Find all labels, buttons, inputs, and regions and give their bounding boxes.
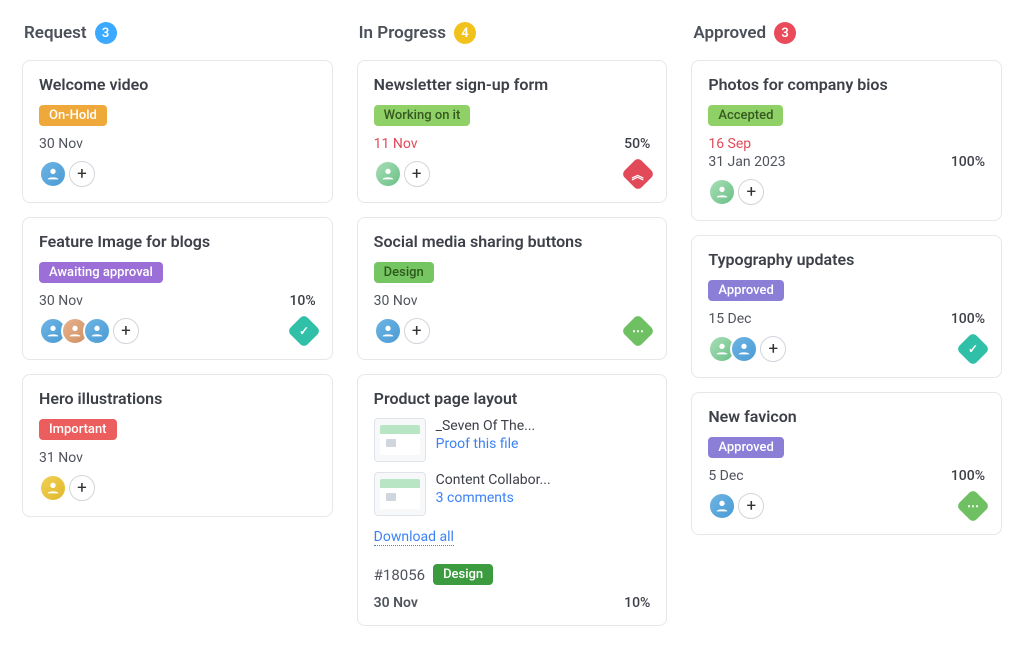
column-approved: Approved 3 Photos for company bios Accep… [691, 22, 1002, 549]
download-all-link[interactable]: Download all [374, 529, 454, 546]
column-header[interactable]: Approved 3 [691, 22, 1002, 44]
file-name: Content Collabor... [436, 472, 551, 488]
kanban-board: Request 3 Welcome video On-Hold 30 Nov +… [22, 22, 1002, 640]
avatar[interactable] [374, 160, 402, 188]
card-title: Feature Image for blogs [39, 232, 316, 251]
card[interactable]: Social media sharing buttons Design 30 N… [357, 217, 668, 360]
card-title: Welcome video [39, 75, 316, 94]
card-title: Hero illustrations [39, 389, 316, 408]
file-name: _Seven Of The... [436, 418, 536, 434]
add-avatar-button[interactable]: + [113, 318, 139, 344]
date-label: 11 Nov [374, 136, 418, 152]
column-title: Request [24, 23, 87, 43]
status-badge: Awaiting approval [39, 262, 163, 283]
card[interactable]: Feature Image for blogs Awaiting approva… [22, 217, 333, 360]
column-count-badge: 4 [454, 22, 476, 44]
percent-label: 10% [289, 293, 315, 309]
avatar[interactable] [39, 474, 67, 502]
add-avatar-button[interactable]: + [69, 161, 95, 187]
avatar[interactable] [83, 317, 111, 345]
status-badge: Approved [708, 280, 784, 301]
status-badge: Design [374, 262, 434, 283]
card-title: New favicon [708, 407, 985, 426]
avatar-group: + [39, 474, 95, 502]
column-title: In Progress [359, 23, 446, 43]
card[interactable]: Welcome video On-Hold 30 Nov + [22, 60, 333, 203]
priority-high-icon: ︽ [621, 157, 655, 191]
priority-icon: ✓ [287, 314, 321, 348]
add-avatar-button[interactable]: + [404, 161, 430, 187]
avatar[interactable] [374, 317, 402, 345]
column-in-progress: In Progress 4 Newsletter sign-up form Wo… [357, 22, 668, 640]
add-avatar-button[interactable]: + [404, 318, 430, 344]
column-request: Request 3 Welcome video On-Hold 30 Nov +… [22, 22, 333, 531]
date-label: 30 Nov [374, 293, 418, 309]
date-label: 16 Sep [708, 136, 751, 152]
column-header[interactable]: Request 3 [22, 22, 333, 44]
column-title: Approved [693, 23, 766, 43]
avatar-group: + [374, 317, 430, 345]
percent-label: 10% [624, 595, 650, 611]
avatar-group: + [708, 178, 764, 206]
add-avatar-button[interactable]: + [760, 336, 786, 362]
status-badge: On-Hold [39, 105, 107, 126]
date-label: 30 Nov [39, 293, 83, 309]
priority-icon: ⋯ [956, 489, 990, 523]
column-count-badge: 3 [774, 22, 796, 44]
date-label: 30 Nov [39, 136, 83, 152]
card[interactable]: Product page layout _Seven Of The... Pro… [357, 374, 668, 626]
date-label: 31 Jan 2023 [708, 154, 785, 170]
card-title: Newsletter sign-up form [374, 75, 651, 94]
status-badge: Design [433, 564, 493, 585]
file-item[interactable]: Content Collabor... 3 comments [374, 472, 651, 516]
card[interactable]: Hero illustrations Important 31 Nov + [22, 374, 333, 517]
percent-label: 50% [624, 136, 650, 152]
add-avatar-button[interactable]: + [738, 179, 764, 205]
card-title: Photos for company bios [708, 75, 985, 94]
card[interactable]: Photos for company bios Accepted 16 Sep … [691, 60, 1002, 221]
avatar-group: + [708, 335, 786, 363]
status-badge: Working on it [374, 105, 471, 126]
avatar[interactable] [39, 160, 67, 188]
proof-link[interactable]: Proof this file [436, 436, 536, 452]
card-title: Typography updates [708, 250, 985, 269]
percent-label: 100% [951, 468, 985, 484]
file-thumb [374, 472, 426, 516]
status-badge: Accepted [708, 105, 783, 126]
status-badge: Important [39, 419, 117, 440]
date-label: 15 Dec [708, 311, 751, 327]
card-title: Social media sharing buttons [374, 232, 651, 251]
card[interactable]: Newsletter sign-up form Working on it 11… [357, 60, 668, 203]
percent-label: 100% [951, 154, 985, 170]
file-thumb [374, 418, 426, 462]
column-count-badge: 3 [95, 22, 117, 44]
card[interactable]: Typography updates Approved 15 Dec 100% … [691, 235, 1002, 378]
card[interactable]: New favicon Approved 5 Dec 100% + ⋯ [691, 392, 1002, 535]
date-label: 30 Nov [374, 595, 418, 611]
card-id: #18056 [374, 566, 425, 584]
date-label: 5 Dec [708, 468, 743, 484]
avatar[interactable] [730, 335, 758, 363]
status-badge: Approved [708, 437, 784, 458]
avatar-group: + [708, 492, 764, 520]
comments-link[interactable]: 3 comments [436, 490, 551, 506]
percent-label: 100% [951, 311, 985, 327]
avatar-group: + [39, 317, 139, 345]
avatar-group: + [374, 160, 430, 188]
file-item[interactable]: _Seven Of The... Proof this file [374, 418, 651, 462]
avatar[interactable] [708, 178, 736, 206]
avatar-group: + [39, 160, 95, 188]
date-label: 31 Nov [39, 450, 83, 466]
card-title: Product page layout [374, 389, 651, 408]
priority-icon: ✓ [956, 332, 990, 366]
add-avatar-button[interactable]: + [69, 475, 95, 501]
avatar[interactable] [708, 492, 736, 520]
column-header[interactable]: In Progress 4 [357, 22, 668, 44]
add-avatar-button[interactable]: + [738, 493, 764, 519]
priority-icon: ⋯ [621, 314, 655, 348]
